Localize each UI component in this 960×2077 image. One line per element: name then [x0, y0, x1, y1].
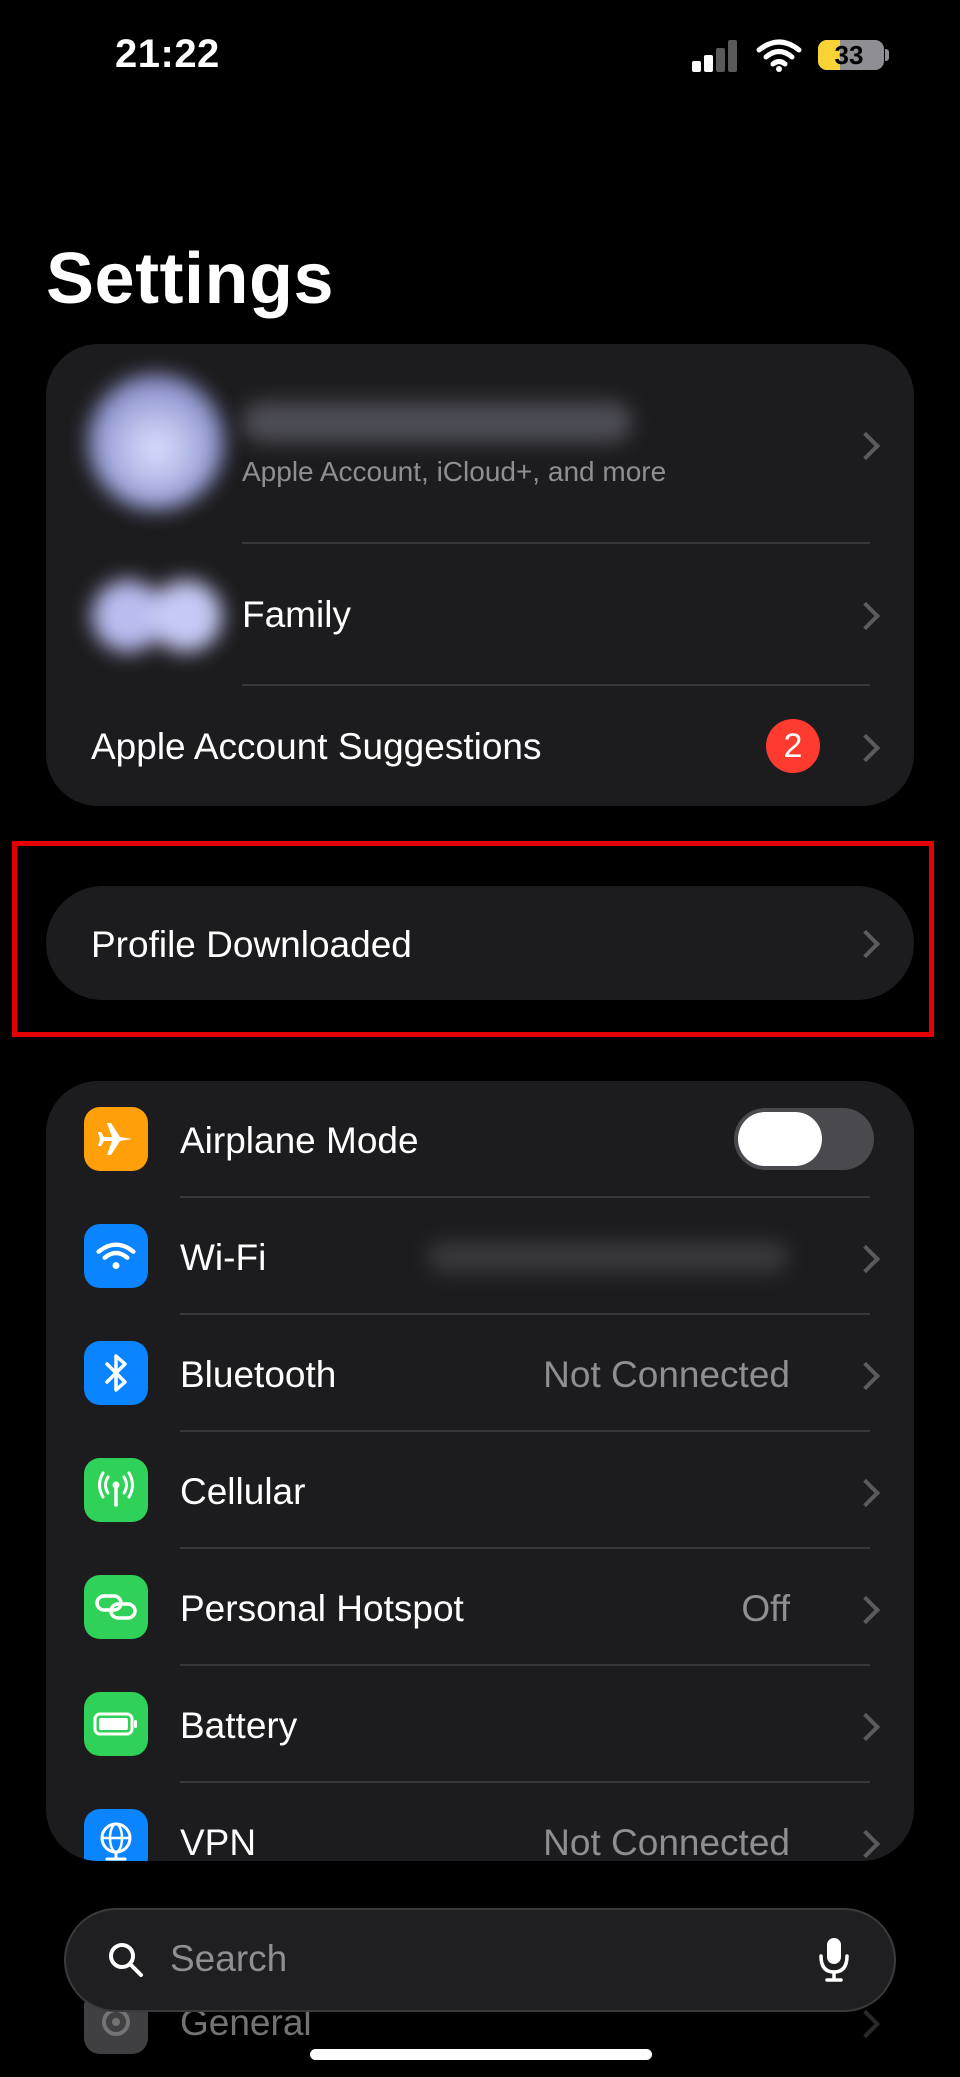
- antenna-icon: [84, 1458, 148, 1522]
- personal-hotspot-row[interactable]: Personal Hotspot Off: [46, 1549, 914, 1666]
- family-label: Family: [242, 594, 351, 635]
- chevron-right-icon: [851, 733, 881, 763]
- apple-account-row[interactable]: Apple Account, iCloud+, and more: [46, 344, 914, 544]
- bluetooth-label: Bluetooth: [180, 1354, 337, 1395]
- chevron-right-icon: [851, 1361, 881, 1391]
- cellular-signal-icon: [692, 40, 738, 72]
- status-time: 21:22: [115, 32, 220, 76]
- cellular-label: Cellular: [180, 1471, 306, 1512]
- airplane-mode-toggle[interactable]: [734, 1108, 874, 1170]
- chevron-right-icon: [851, 1478, 881, 1508]
- chevron-right-icon: [851, 601, 881, 631]
- hotspot-link-icon: [84, 1575, 148, 1639]
- wifi-icon: [84, 1224, 148, 1288]
- chevron-right-icon: [851, 1829, 881, 1859]
- battery-nub: [885, 49, 889, 61]
- page-title: Settings: [46, 239, 335, 319]
- toggle-knob: [738, 1112, 822, 1166]
- vpn-status: Not Connected: [543, 1822, 790, 1861]
- bluetooth-row[interactable]: Bluetooth Not Connected: [46, 1315, 914, 1432]
- profile-downloaded-content: Profile Downloaded: [46, 886, 914, 1000]
- wifi-icon: [756, 39, 802, 72]
- search-bar[interactable]: Search: [64, 1908, 896, 2012]
- chevron-right-icon: [851, 1712, 881, 1742]
- airplane-mode-row: Airplane Mode: [46, 1081, 914, 1198]
- battery-percent: 33: [834, 40, 864, 70]
- profile-downloaded-label: Profile Downloaded: [91, 924, 412, 965]
- airplane-icon: [84, 1107, 148, 1171]
- profile-downloaded-row[interactable]: Profile Downloaded: [46, 886, 914, 1000]
- globe-icon: [84, 1809, 148, 1861]
- airplane-mode-label: Airplane Mode: [180, 1120, 419, 1161]
- chevron-right-icon: [851, 1595, 881, 1625]
- wifi-label: Wi-Fi: [180, 1237, 267, 1278]
- battery-row[interactable]: Battery: [46, 1666, 914, 1783]
- bluetooth-status: Not Connected: [543, 1354, 790, 1395]
- account-name-redacted: [242, 402, 632, 442]
- vpn-row[interactable]: VPN Not Connected: [46, 1783, 914, 1861]
- family-avatars: [92, 580, 224, 652]
- personal-hotspot-label: Personal Hotspot: [180, 1588, 464, 1629]
- chevron-right-icon: [851, 929, 881, 959]
- account-card: Apple Account, iCloud+, and more Family …: [46, 344, 914, 806]
- chevron-right-icon: [851, 1244, 881, 1274]
- wifi-network-redacted: [428, 1242, 788, 1272]
- apple-account-suggestions-label: Apple Account Suggestions: [91, 726, 542, 767]
- search-placeholder: Search: [170, 1938, 288, 1979]
- personal-hotspot-status: Off: [741, 1588, 790, 1629]
- notification-badge: 2: [766, 719, 820, 773]
- apple-account-suggestions-row[interactable]: Apple Account Suggestions 2: [46, 686, 914, 806]
- search-icon: [109, 1943, 143, 1977]
- connectivity-card: Airplane Mode Wi-Fi Bluetooth Not Connec…: [46, 1081, 914, 1861]
- chevron-right-icon: [851, 2009, 881, 2039]
- chevron-right-icon: [851, 431, 881, 461]
- battery-label: Battery: [180, 1705, 298, 1746]
- wifi-row[interactable]: Wi-Fi: [46, 1198, 914, 1315]
- account-subtitle: Apple Account, iCloud+, and more: [242, 456, 667, 487]
- microphone-icon[interactable]: [818, 1936, 850, 1984]
- family-row[interactable]: Family: [46, 544, 914, 686]
- cellular-row[interactable]: Cellular: [46, 1432, 914, 1549]
- home-indicator: [310, 2049, 652, 2060]
- vpn-label: VPN: [180, 1822, 257, 1861]
- avatar: [88, 374, 224, 510]
- battery-charging-icon: 33: [818, 40, 884, 70]
- battery-icon: [84, 1692, 148, 1756]
- bluetooth-icon: [84, 1341, 148, 1405]
